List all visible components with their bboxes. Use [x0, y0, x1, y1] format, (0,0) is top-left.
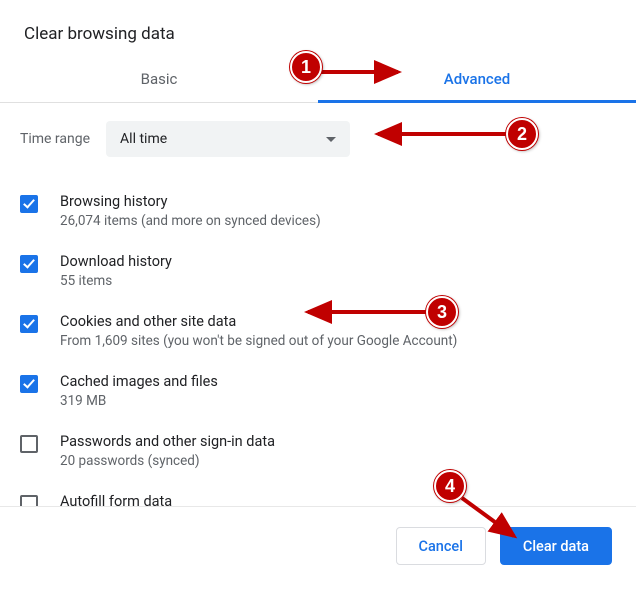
item-sub: 20 passwords (synced): [60, 453, 620, 469]
item-text: Passwords and other sign-in data 20 pass…: [60, 433, 620, 469]
timerange-value: All time: [120, 131, 167, 147]
timerange-row: Time range All time: [20, 121, 620, 157]
tabs: Basic Advanced: [0, 56, 636, 103]
button-label: Cancel: [419, 538, 463, 555]
item-title: Cookies and other site data: [60, 313, 620, 330]
checkbox-cache[interactable]: [20, 375, 38, 393]
item-title: Cached images and files: [60, 373, 620, 390]
dialog-footer: Cancel Clear data: [0, 507, 636, 585]
item-title: Autofill form data: [60, 493, 620, 507]
timerange-label: Time range: [20, 131, 90, 147]
list-item: Passwords and other sign-in data 20 pass…: [20, 423, 620, 483]
clear-data-button[interactable]: Clear data: [500, 527, 612, 565]
item-title: Download history: [60, 253, 620, 270]
checkbox-passwords[interactable]: [20, 435, 38, 453]
list-item: Browsing history 26,074 items (and more …: [20, 183, 620, 243]
item-sub: From 1,609 sites (you won't be signed ou…: [60, 333, 620, 349]
list-item: Download history 55 items: [20, 243, 620, 303]
chevron-down-icon: [326, 137, 336, 142]
list-item: Cached images and files 319 MB: [20, 363, 620, 423]
checkbox-cookies[interactable]: [20, 315, 38, 333]
tab-label: Advanced: [444, 70, 510, 88]
item-title: Passwords and other sign-in data: [60, 433, 620, 450]
item-text: Cookies and other site data From 1,609 s…: [60, 313, 620, 349]
clear-browsing-data-dialog: Clear browsing data Basic Advanced Time …: [0, 0, 636, 591]
dialog-body: Time range All time Browsing history 26,…: [0, 103, 636, 507]
dialog-title: Clear browsing data: [0, 0, 636, 56]
item-text: Autofill form data: [60, 493, 620, 507]
item-text: Browsing history 26,074 items (and more …: [60, 193, 620, 229]
checkbox-autofill[interactable]: [20, 495, 38, 507]
item-sub: 55 items: [60, 273, 620, 289]
checkbox-browsing-history[interactable]: [20, 195, 38, 213]
cancel-button[interactable]: Cancel: [396, 527, 486, 565]
tab-label: Basic: [141, 70, 178, 88]
list-item: Cookies and other site data From 1,609 s…: [20, 303, 620, 363]
list-item: Autofill form data: [20, 483, 620, 507]
item-text: Cached images and files 319 MB: [60, 373, 620, 409]
checkbox-download-history[interactable]: [20, 255, 38, 273]
timerange-select[interactable]: All time: [106, 121, 350, 157]
item-sub: 319 MB: [60, 393, 620, 409]
item-title: Browsing history: [60, 193, 620, 210]
button-label: Clear data: [523, 538, 589, 555]
item-text: Download history 55 items: [60, 253, 620, 289]
tab-basic[interactable]: Basic: [0, 56, 318, 102]
tab-advanced[interactable]: Advanced: [318, 56, 636, 102]
item-sub: 26,074 items (and more on synced devices…: [60, 213, 620, 229]
